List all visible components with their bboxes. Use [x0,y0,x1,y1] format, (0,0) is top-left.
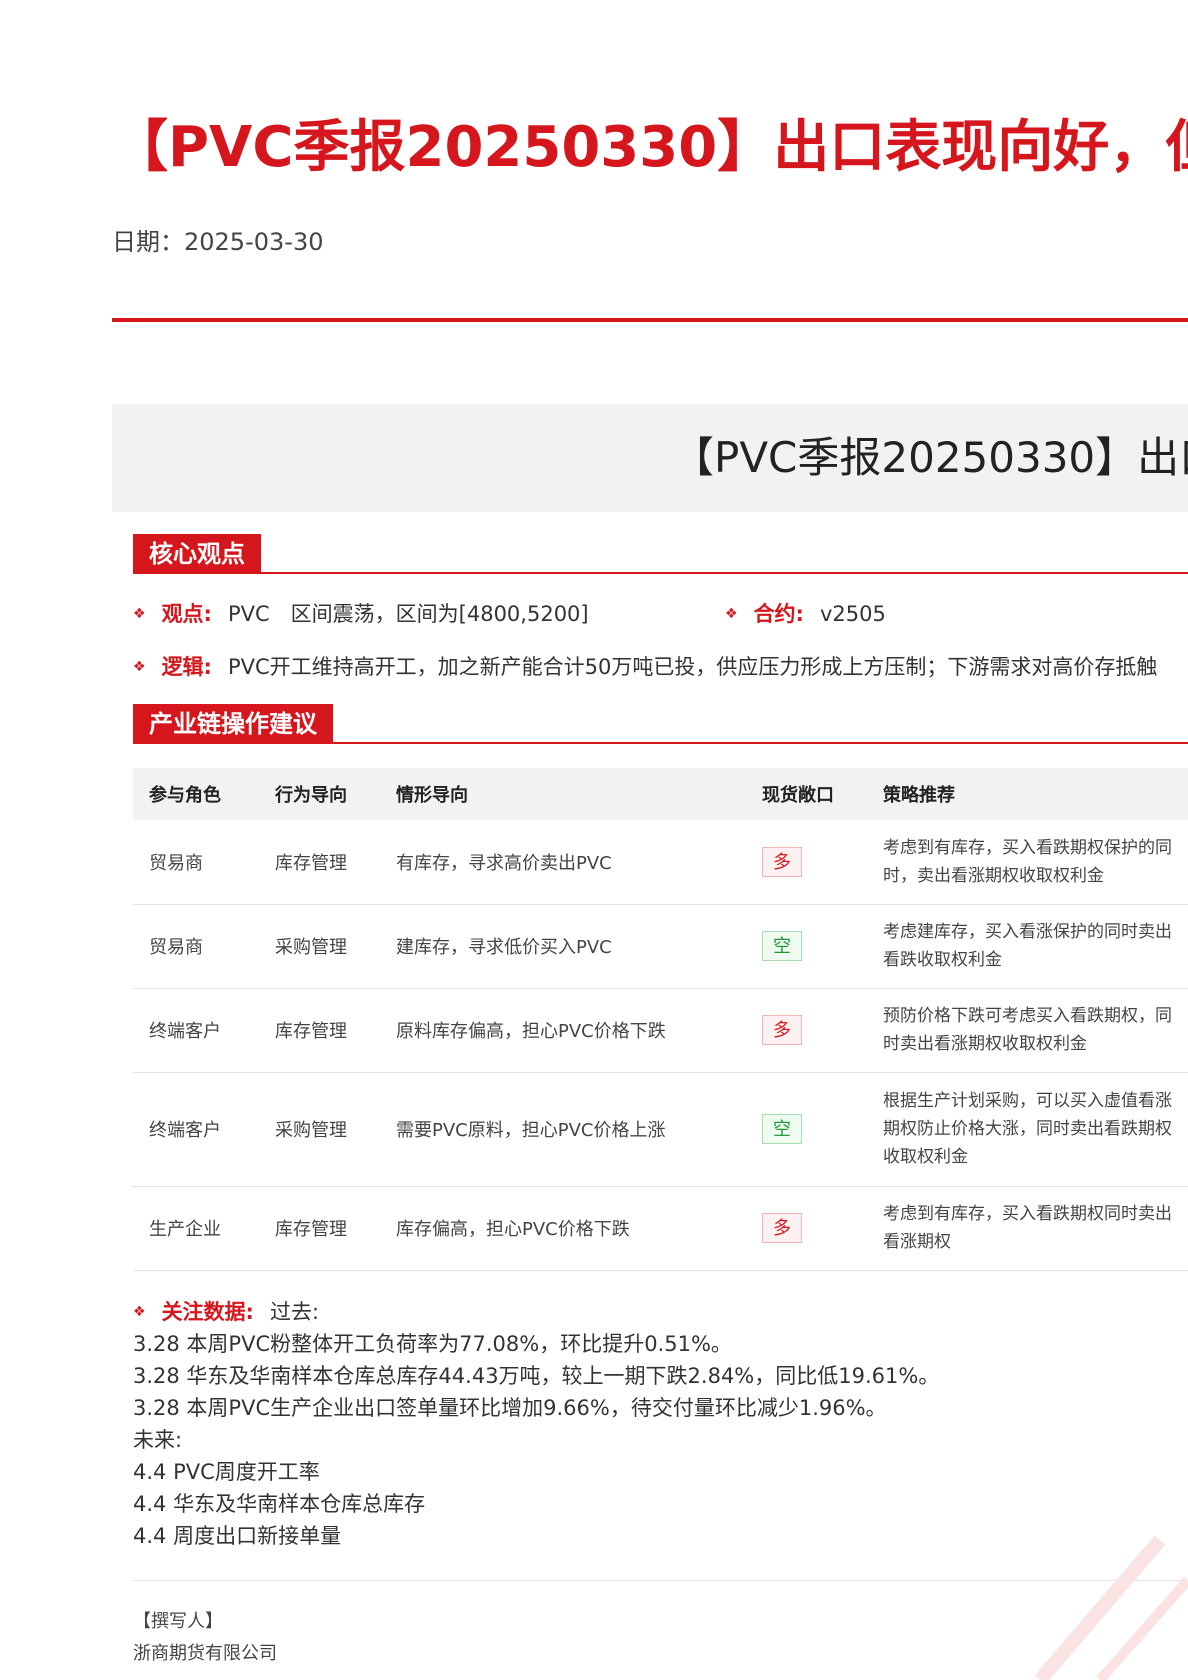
logic-value: PVC开工维持高开工，加之新产能合计50万吨已投，供应压力形成上方压制；下游需求… [227,655,1158,679]
industry-ops-table: 参与角色 行为导向 情形导向 现货敞口 策略推荐 贸易商 库存管理 有库存，寻求… [133,768,1188,1271]
strategy-line: 看涨期权 [883,1232,951,1252]
col-header-exposure: 现货敞口 [746,768,867,820]
col-header-role: 参与角色 [133,768,259,820]
author-label: 【撰写人】 [133,1611,223,1632]
behavior-cell: 库存管理 [259,820,380,905]
exposure-badge-long: 多 [762,846,802,877]
watch-data-heading: ❖ 关注数据: 过去: [133,1296,939,1328]
strategy-line: 预防价格下跌可考虑买入看跌期权，同 [883,1006,1172,1026]
role-cell: 终端客户 [133,988,259,1073]
exposure-badge-short: 空 [762,931,802,961]
strategy-line: 根据生产计划采购，可以买入虚值看涨 [883,1091,1172,1111]
strategy-line: 时卖出看涨期权收取权利金 [883,1034,1087,1054]
past-data-item: 3.28 本周PVC粉整体开工负荷率为77.08%，环比提升0.51%。 [133,1332,732,1356]
contract-row: ❖ 合约: v2505 [725,599,886,629]
role-cell: 生产企业 [133,1186,259,1271]
industry-ops-section-header: 产业链操作建议 [133,704,1188,744]
view-row: ❖ 观点: PVC 区间震荡，区间为[4800,5200] [133,599,589,629]
strategy-line: 收取权利金 [883,1147,968,1167]
contract-label: 合约: [753,602,804,626]
col-header-strategy: 策略推荐 [867,768,1188,820]
exposure-badge-short: 空 [762,1114,802,1144]
watermark-decoration [1034,1535,1188,1680]
behavior-cell: 库存管理 [259,1186,380,1271]
exposure-cell: 多 [746,820,867,905]
report-banner: 【PVC季报20250330】出口 [112,404,1188,512]
diamond-bullet-icon: ❖ [133,659,146,675]
watch-data-block: ❖ 关注数据: 过去: 3.28 本周PVC粉整体开工负荷率为77.08%，环比提升… [133,1296,939,1552]
contract-value: v2505 [819,602,886,626]
situation-cell: 建库存，寻求低价买入PVC [380,904,746,989]
role-cell: 贸易商 [133,820,259,905]
exposure-badge-long: 多 [762,1015,802,1045]
core-view-section-header: 核心观点 [133,534,1188,574]
view-label: 观点: [161,602,212,626]
title-divider [112,318,1188,322]
exposure-cell: 空 [746,1072,867,1187]
role-cell: 贸易商 [133,904,259,989]
situation-cell: 有库存，寻求高价卖出PVC [380,820,746,905]
role-cell: 终端客户 [133,1072,259,1187]
exposure-cell: 多 [746,988,867,1073]
situation-cell: 库存偏高，担心PVC价格下跌 [380,1186,746,1271]
page-title: 【PVC季报20250330】出口表现向好，但供 [112,115,1188,180]
behavior-cell: 采购管理 [259,1072,380,1187]
strategy-line: 期权防止价格大涨，同时卖出看跌期权 [883,1119,1172,1139]
past-data-item: 3.28 华东及华南样本仓库总库存44.43万吨，较上一期下跌2.84%，同比低… [133,1364,940,1388]
publish-date: 日期：2025-03-30 [112,222,323,257]
table-row: 终端客户 库存管理 原料库存偏高，担心PVC价格下跌 多 预防价格下跌可考虑买入… [133,988,1188,1073]
logic-label: 逻辑: [161,655,212,679]
table-row: 终端客户 采购管理 需要PVC原料，担心PVC价格上涨 空 根据生产计划采购，可… [133,1072,1188,1187]
table-row: 生产企业 库存管理 库存偏高，担心PVC价格下跌 多 考虑到有库存，买入看跌期权… [133,1186,1188,1271]
strategy-line: 时，卖出看涨期权收取权利金 [883,865,1104,886]
industry-ops-tag: 产业链操作建议 [133,704,333,744]
banner-title: 【PVC季报20250330】出口 [672,433,1188,482]
date-value: 2025-03-30 [184,228,324,256]
past-label: 过去: [269,1300,320,1324]
diamond-bullet-icon: ❖ [725,606,738,622]
exposure-cell: 空 [746,904,867,989]
past-data-item: 3.28 本周PVC生产企业出口签单量环比增加9.66%，待交付量环比减少1.9… [133,1396,887,1420]
situation-cell: 原料库存偏高，担心PVC价格下跌 [380,988,746,1073]
situation-cell: 需要PVC原料，担心PVC价格上涨 [380,1072,746,1187]
date-label: 日期： [112,228,184,256]
strategy-line: 考虑到有库存，买入看跌期权保护的同 [883,837,1172,858]
table-row: 贸易商 库存管理 有库存，寻求高价卖出PVC 多 考虑到有库存，买入看跌期权保护… [133,820,1188,905]
view-value: PVC 区间震荡，区间为[4800,5200] [227,602,589,626]
exposure-cell: 多 [746,1186,867,1271]
watch-data-label: 关注数据: [161,1300,254,1324]
strategy-line: 考虑建库存，买入看涨保护的同时卖出 [883,922,1172,942]
strategy-line: 考虑到有库存，买入看跌期权同时卖出 [883,1204,1172,1224]
core-view-tag: 核心观点 [133,534,261,574]
strategy-cell: 考虑到有库存，买入看跌期权同时卖出 看涨期权 [867,1186,1188,1271]
behavior-cell: 采购管理 [259,904,380,989]
table-header-row: 参与角色 行为导向 情形导向 现货敞口 策略推荐 [133,768,1188,820]
company-name: 浙商期货有限公司 [133,1643,277,1664]
future-data-item: 4.4 华东及华南样本仓库总库存 [133,1492,426,1516]
col-header-behavior: 行为导向 [259,768,380,820]
behavior-cell: 库存管理 [259,988,380,1073]
table-row: 贸易商 采购管理 建库存，寻求低价买入PVC 空 考虑建库存，买入看涨保护的同时… [133,904,1188,989]
author-footer: 【撰写人】 浙商期货有限公司 [133,1606,277,1670]
future-data-item: 4.4 周度出口新接单量 [133,1524,342,1548]
section-rule [133,742,1188,744]
logic-row: ❖ 逻辑: PVC开工维持高开工，加之新产能合计50万吨已投，供应压力形成上方压制；… [133,652,1188,682]
col-header-situation: 情形导向 [380,768,746,820]
future-label: 未来: [133,1428,183,1452]
exposure-badge-long: 多 [762,1213,802,1243]
strategy-cell: 根据生产计划采购，可以买入虚值看涨 期权防止价格大涨，同时卖出看跌期权 收取权利… [867,1072,1188,1187]
strategy-cell: 考虑建库存，买入看涨保护的同时卖出 看跌收取权利金 [867,904,1188,989]
diamond-bullet-icon: ❖ [133,1304,146,1320]
diamond-bullet-icon: ❖ [133,606,146,622]
strategy-cell: 考虑到有库存，买入看跌期权保护的同 时，卖出看涨期权收取权利金 [867,820,1188,905]
section-rule [133,572,1188,574]
strategy-line: 看跌收取权利金 [883,950,1002,970]
future-data-item: 4.4 PVC周度开工率 [133,1460,320,1484]
strategy-cell: 预防价格下跌可考虑买入看跌期权，同 时卖出看涨期权收取权利金 [867,988,1188,1073]
